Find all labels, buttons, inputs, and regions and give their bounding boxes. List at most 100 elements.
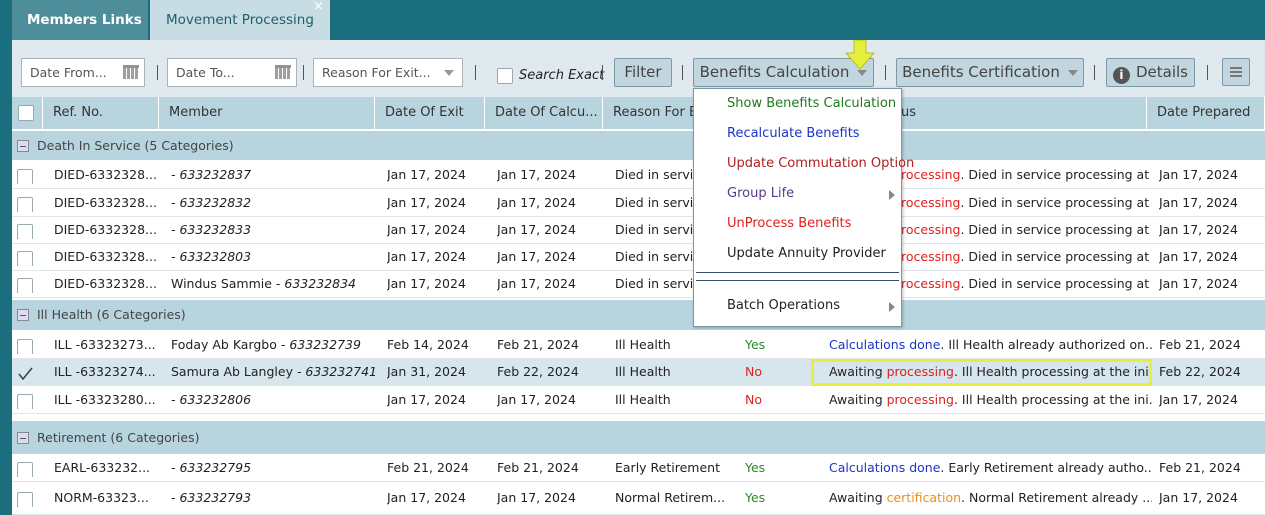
row-checkbox[interactable] — [17, 197, 33, 212]
group-header[interactable]: Death In Service (5 Categories) — [12, 131, 1265, 160]
calendar-icon[interactable] — [275, 65, 291, 79]
ref-no-cell: ILL -63323280... — [54, 392, 156, 407]
table-row[interactable]: DIED-6332328... - 633232833 Jan 17, 2024… — [12, 217, 1265, 244]
group-label: Death In Service (5 Categories) — [37, 138, 234, 153]
close-icon[interactable]: × — [313, 0, 324, 27]
table-row[interactable]: EARL-633232... - 633232795 Feb 21, 2024 … — [12, 455, 1265, 482]
tab-members-links[interactable]: Members Links — [12, 0, 148, 40]
column-header-date-prepared[interactable]: Date Prepared — [1147, 97, 1265, 129]
divider — [885, 65, 886, 80]
table-row[interactable]: ILL -63323273... Foday Ab Kargbo - 63323… — [12, 332, 1265, 359]
date-calc-cell: Feb 22, 2024 — [497, 364, 579, 379]
menu-item-show-benefits[interactable]: Show Benefits Calculation — [694, 89, 901, 119]
status-keyword: certification — [886, 490, 962, 505]
yes-no-cell: Yes — [745, 490, 766, 505]
details-button[interactable]: i Details — [1106, 58, 1195, 87]
date-prepared-cell: Jan 17, 2024 — [1159, 167, 1238, 182]
date-exit-cell: Feb 14, 2024 — [387, 337, 469, 352]
menu-item-update-commutation[interactable]: Update Commutation Option — [694, 149, 914, 179]
collapse-icon[interactable] — [17, 139, 29, 152]
row-checkbox[interactable] — [17, 224, 33, 239]
column-menu-icon[interactable] — [1222, 58, 1250, 86]
divider — [602, 65, 603, 80]
table-row[interactable]: ILL -63323274... Samura Ab Langley - 633… — [12, 359, 1265, 386]
menu-item-group-life[interactable]: Group Life — [694, 179, 901, 209]
calendar-icon[interactable] — [123, 65, 139, 79]
menu-item-recalculate[interactable]: Recalculate Benefits — [694, 119, 901, 149]
divider — [682, 65, 683, 80]
ref-no-cell: ILL -63323274... — [54, 364, 156, 379]
row-checkbox[interactable] — [17, 251, 33, 266]
status-prefix: Awaiting — [829, 364, 887, 379]
row-checkbox[interactable] — [17, 462, 33, 477]
member-cell: - 633232832 — [171, 190, 375, 217]
ref-no-cell: NORM-63323... — [54, 490, 149, 505]
date-exit-cell: Jan 17, 2024 — [387, 276, 466, 291]
member-cell: Foday Ab Kargbo - 633232739 — [171, 332, 375, 359]
member-id: - 633232793 — [171, 490, 252, 505]
member-id: - 633232837 — [171, 167, 252, 182]
menu-item-unprocess[interactable]: UnProcess Benefits — [694, 209, 901, 239]
date-from-field[interactable]: Date From... — [21, 58, 145, 87]
status-detail: . Ill Health already authorized on... — [940, 337, 1152, 352]
date-exit-cell: Jan 17, 2024 — [387, 222, 466, 237]
member-cell: - 633232806 — [171, 387, 375, 414]
member-id: - 633232795 — [171, 460, 252, 475]
group-header[interactable]: Retirement (6 Categories) — [12, 421, 1265, 454]
group-label: Ill Health (6 Categories) — [37, 307, 186, 322]
chevron-down-icon — [857, 69, 868, 76]
table-row[interactable]: DIED-6332328... Windus Sammie - 63323283… — [12, 271, 1265, 298]
date-calc-cell: Feb 21, 2024 — [497, 337, 579, 352]
select-all-checkbox[interactable] — [18, 105, 34, 121]
filter-button[interactable]: Filter — [614, 58, 672, 87]
reason-cell: Ill Health — [615, 392, 671, 407]
row-checkbox[interactable] — [17, 169, 33, 184]
divider — [303, 65, 304, 80]
table-row[interactable]: DIED-6332328... - 633232837 Jan 17, 2024… — [12, 162, 1265, 189]
row-checkbox-cell — [17, 196, 33, 212]
row-checkbox[interactable] — [17, 492, 33, 507]
column-header-date-calc[interactable]: Date Of Calcu... — [485, 97, 603, 129]
member-id: - 633232739 — [280, 337, 361, 352]
date-from-placeholder: Date From... — [30, 65, 107, 80]
group-header[interactable]: Ill Health (6 Categories) — [12, 300, 1265, 330]
status-keyword: rocessing — [901, 195, 961, 210]
row-checkbox[interactable] — [17, 365, 33, 381]
reason-for-exit-select[interactable]: Reason For Exit... — [313, 58, 463, 87]
column-header-member[interactable]: Member — [159, 97, 375, 129]
search-exact-checkbox[interactable] — [497, 68, 513, 84]
row-checkbox[interactable] — [17, 394, 33, 409]
benefits-certification-button[interactable]: Benefits Certification — [896, 58, 1084, 87]
menu-item-batch-operations[interactable]: Batch Operations — [694, 291, 901, 321]
table-row[interactable]: ILL -63323280... - 633232806 Jan 17, 202… — [12, 387, 1265, 414]
divider — [1207, 65, 1208, 80]
tab-movement-processing[interactable]: Movement Processing × — [150, 0, 330, 40]
table-row[interactable]: NORM-63323... - 633232793 Jan 17, 2024 J… — [12, 485, 1265, 515]
date-to-field[interactable]: Date To... — [167, 58, 297, 87]
status-cell: Awaiting processing. Ill Health processi… — [811, 359, 1152, 386]
status-keyword: processing — [886, 364, 954, 379]
date-calc-cell: Jan 17, 2024 — [497, 195, 576, 210]
status-detail: . Ill Health processing at the ini... — [953, 392, 1152, 407]
menu-item-update-annuity[interactable]: Update Annuity Provider — [694, 239, 901, 269]
table-row[interactable]: DIED-6332328... - 633232803 Jan 17, 2024… — [12, 244, 1265, 271]
row-checkbox[interactable] — [17, 278, 33, 293]
column-header-ref[interactable]: Ref. No. — [43, 97, 159, 129]
status-text: rocessing. Died in service processing at… — [901, 271, 1152, 297]
row-checkbox-cell — [17, 461, 33, 477]
member-cell: - 633232795 — [171, 455, 375, 482]
menu-item-label: Show Benefits Calculation — [727, 96, 897, 111]
column-header-date-exit[interactable]: Date Of Exit — [375, 97, 485, 129]
date-prepared-cell: Jan 17, 2024 — [1159, 249, 1238, 264]
chevron-down-icon — [1067, 69, 1078, 76]
status-detail: . Early Retirement already autho... — [940, 460, 1152, 475]
reason-cell: Normal Retirem... — [615, 490, 726, 505]
menu-item-label: UnProcess Benefits — [727, 216, 852, 231]
table-row[interactable]: DIED-6332328... - 633232832 Jan 17, 2024… — [12, 190, 1265, 217]
collapse-icon[interactable] — [17, 309, 29, 321]
row-checkbox[interactable] — [17, 339, 33, 354]
collapse-icon[interactable] — [17, 431, 29, 444]
status-text: Calculations done. Ill Health already au… — [811, 337, 1152, 352]
status-detail: . Died in service processing at ... — [960, 195, 1152, 210]
date-calc-cell: Jan 17, 2024 — [497, 167, 576, 182]
